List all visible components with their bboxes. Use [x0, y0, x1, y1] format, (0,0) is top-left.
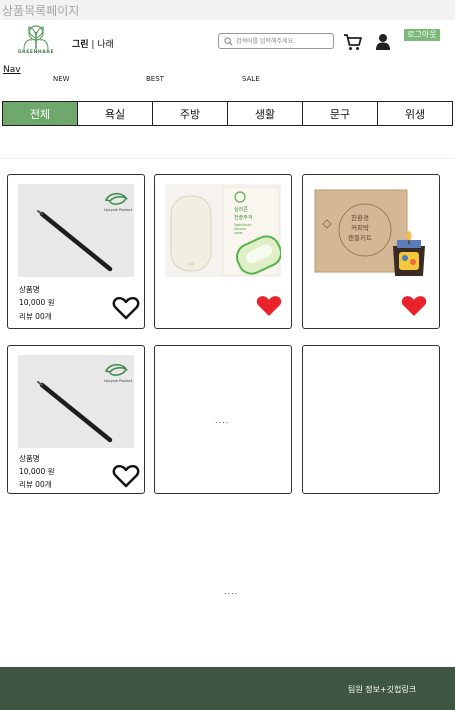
user-icon[interactable]: [375, 33, 391, 50]
tab-hygiene[interactable]: 위생: [377, 102, 452, 125]
product-card[interactable]: [302, 345, 440, 494]
product-card[interactable]: ....: [154, 345, 292, 494]
pack-text-5: cover: [234, 231, 244, 235]
tab-all[interactable]: 전체: [3, 102, 77, 125]
search-input[interactable]: [236, 35, 331, 47]
page-heading-text: 상품목록페이지: [2, 4, 80, 18]
footer-text[interactable]: 팀원 정보+깃헙링크: [348, 684, 416, 695]
brand-bold: 그린: [72, 40, 89, 50]
product-card[interactable]: Upcycle Product 상품명 10,000 원 리뷰 00개: [7, 345, 145, 494]
heart-filled-icon[interactable]: [400, 294, 428, 318]
category-tabs: 전체 욕실 주방 생활 문구 위생: [2, 101, 453, 126]
search-box: [218, 33, 334, 49]
product-card[interactable]: 실리콘 전솔주걱 Toothbrush silicone cover: [154, 174, 292, 329]
leaf-logo-icon: [23, 25, 49, 50]
product-card[interactable]: Upcycle Product 상품명 10,000 원 리뷰 00개: [7, 174, 145, 329]
badge-text: Upcycle Product: [104, 208, 133, 212]
heart-outline-icon[interactable]: [112, 464, 140, 488]
more-dots: ....: [224, 587, 239, 596]
footer: 팀원 정보+깃헙링크: [0, 667, 455, 710]
box-text-3: 캔들키트: [348, 233, 372, 242]
heart-outline-icon[interactable]: [112, 296, 140, 320]
brand-name: 그린 | 나래: [72, 37, 114, 50]
product-image: 친환경 커피박 캔들키트: [313, 184, 429, 277]
product-image: Upcycle Product: [18, 184, 134, 277]
logout-button[interactable]: 로그아웃: [404, 29, 440, 41]
product-price: 10,000 원: [19, 298, 55, 307]
pencil-image: Upcycle Product: [18, 355, 134, 448]
candle-kit-image: 친환경 커피박 캔들키트: [313, 184, 429, 277]
card-placeholder-dots: ....: [215, 416, 230, 425]
badge-text: Upcycle Product: [104, 379, 133, 383]
search-icon[interactable]: [224, 37, 233, 46]
product-card[interactable]: 친환경 커피박 캔들키트: [302, 174, 440, 329]
product-price: 10,000 원: [19, 467, 55, 476]
pack-text-1: 실리콘: [234, 206, 248, 213]
box-text-2: 커피박: [351, 223, 369, 232]
product-name: 상품명: [19, 454, 40, 463]
nav-link-best[interactable]: BEST: [146, 75, 164, 83]
logo-text: GREENHARE: [17, 50, 55, 55]
pack-text-2: 전솔주걱: [234, 214, 252, 221]
nav: Nav NEW BEST SALE: [0, 62, 455, 100]
silicone-cover-image: 실리콘 전솔주걱 Toothbrush silicone cover: [165, 184, 281, 277]
product-image: 실리콘 전솔주걱 Toothbrush silicone cover: [165, 184, 281, 277]
product-grid: Upcycle Product 상품명 10,000 원 리뷰 00개 실리콘 …: [0, 158, 455, 668]
pencil-image: Upcycle Product: [18, 184, 134, 277]
product-review: 리뷰 00개: [19, 480, 52, 489]
tab-living[interactable]: 생활: [227, 102, 302, 125]
product-name: 상품명: [19, 285, 40, 294]
cart-icon[interactable]: [343, 33, 362, 51]
brand-separator: |: [88, 40, 98, 50]
tab-bath[interactable]: 욕실: [77, 102, 152, 125]
nav-title: Nav: [3, 65, 21, 75]
box-text-1: 친환경: [351, 213, 369, 222]
nav-link-sale[interactable]: SALE: [242, 75, 260, 83]
heart-filled-icon[interactable]: [255, 294, 283, 318]
nav-link-new[interactable]: NEW: [53, 75, 70, 83]
header: GREENHARE 그린 | 나래 로그아웃: [0, 20, 455, 62]
page-heading: 상품목록페이지: [0, 0, 455, 20]
brand-rest: 나래: [97, 40, 114, 50]
product-image: Upcycle Product: [18, 355, 134, 448]
tab-kitchen[interactable]: 주방: [152, 102, 227, 125]
logo[interactable]: GREENHARE: [14, 24, 58, 60]
product-review: 리뷰 00개: [19, 312, 52, 321]
tab-stationery[interactable]: 문구: [302, 102, 377, 125]
